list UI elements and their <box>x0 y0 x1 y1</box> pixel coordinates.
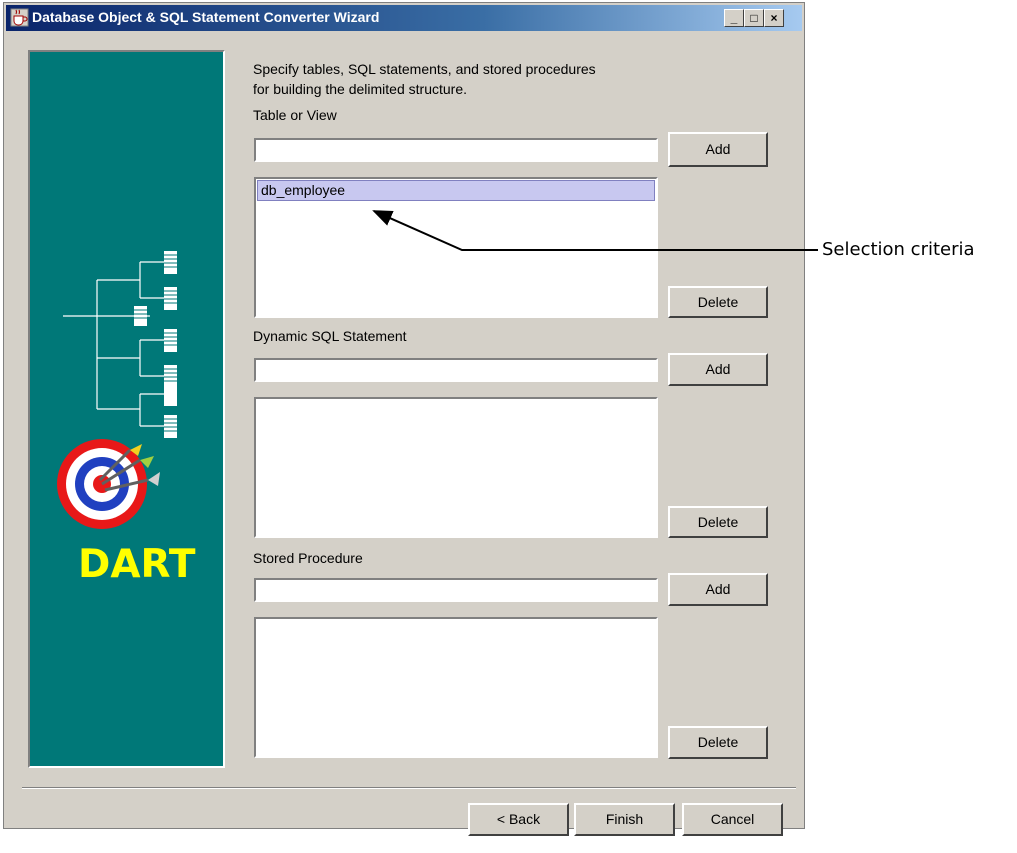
callout-arrow <box>372 210 818 251</box>
callout-selection-criteria: Selection criteria <box>822 239 975 260</box>
